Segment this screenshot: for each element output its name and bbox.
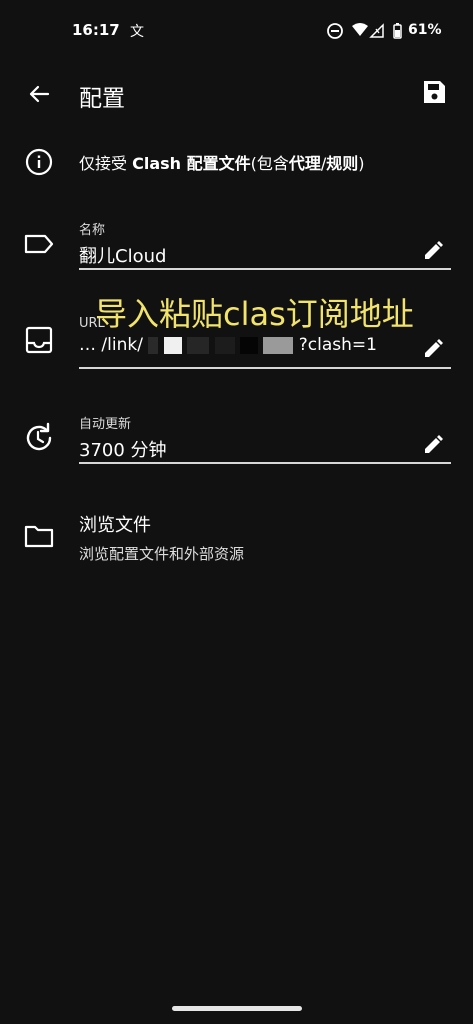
browse-files-title: 浏览文件 [79, 515, 151, 536]
redacted-block [214, 336, 235, 354]
wifi-icon [352, 23, 368, 36]
name-field-value[interactable]: 翻儿Cloud [79, 242, 409, 268]
redacted-block [263, 336, 294, 354]
info-suffix: ) [358, 154, 365, 173]
auto-update-field[interactable]: 自动更新 3700 分钟 [79, 413, 451, 465]
input-language-indicator: 文 [130, 24, 144, 40]
info-bold-proxy: 代理 [288, 154, 321, 173]
info-middle: (包含 [250, 154, 289, 173]
info-bold-rules: 规则 [326, 154, 359, 173]
app-bar: 配置 [0, 62, 473, 126]
browse-files-row[interactable] [0, 500, 473, 576]
label-tag-icon [24, 234, 54, 254]
overlay-annotation-text: 导入粘贴clas订阅地址 [95, 295, 414, 333]
gesture-navigation-bar[interactable] [172, 1006, 302, 1011]
status-bar: 16:17 文 61% [0, 0, 473, 62]
inbox-icon [25, 326, 53, 354]
url-field-underline [79, 367, 451, 369]
edit-pencil-icon[interactable] [421, 337, 445, 361]
status-icons [327, 23, 402, 39]
url-value-end: ?clash=1 [298, 335, 377, 355]
redacted-block [187, 336, 210, 354]
save-icon[interactable] [419, 77, 449, 107]
name-field[interactable]: 名称 翻儿Cloud [79, 219, 451, 271]
info-bold-clash-config: Clash 配置文件 [132, 154, 251, 173]
auto-update-underline [79, 462, 451, 464]
info-text: 仅接受 Clash 配置文件(包含代理/规则) [79, 150, 365, 174]
url-field-value[interactable]: … /link/ ?clash=1 [79, 335, 419, 355]
info-prefix: 仅接受 [79, 154, 133, 173]
folder-icon [24, 525, 54, 548]
auto-update-value[interactable]: 3700 分钟 [79, 436, 409, 462]
page-title: 配置 [79, 86, 125, 112]
arrow-back-icon[interactable] [22, 77, 56, 111]
auto-update-label: 自动更新 [79, 417, 132, 432]
redacted-block [148, 336, 159, 354]
name-field-label: 名称 [79, 223, 106, 238]
signal-icon [369, 23, 384, 38]
edit-pencil-icon[interactable] [421, 239, 445, 263]
history-update-icon [26, 422, 52, 451]
redacted-block [163, 336, 182, 354]
url-value-start: … /link/ [79, 335, 143, 355]
edit-pencil-icon[interactable] [421, 433, 445, 457]
redacted-block [239, 336, 258, 354]
battery-icon [393, 23, 402, 39]
status-time: 16:17 [72, 21, 120, 39]
info-icon [25, 148, 53, 176]
battery-percent: 61% [408, 22, 442, 38]
browse-files-subtitle: 浏览配置文件和外部资源 [79, 545, 245, 563]
do-not-disturb-icon [327, 23, 343, 39]
name-field-underline [79, 268, 451, 270]
